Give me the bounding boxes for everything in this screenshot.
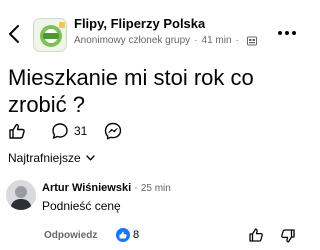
like-icon[interactable] — [8, 122, 26, 140]
share-icon[interactable] — [103, 121, 123, 141]
sort-dropdown[interactable]: Najtrafniejsze — [8, 151, 95, 165]
comment-author[interactable]: Artur Wiśniewski — [42, 182, 131, 194]
post-text: Mieszkanie mi stoi rok co zrobić ? — [8, 65, 254, 117]
post-time: 41 min — [201, 35, 232, 46]
reaction-count[interactable]: 8 — [133, 229, 139, 241]
comment-separator: · — [134, 182, 138, 194]
globe-icon — [246, 36, 257, 46]
like-reaction-icon[interactable] — [116, 228, 130, 242]
comment-actions: Odpowiedz 8 — [44, 227, 298, 245]
reply-button[interactable]: Odpowiedz — [44, 230, 97, 241]
comment-icon[interactable] — [51, 122, 69, 140]
sort-label: Najtrafniejsze — [8, 151, 81, 165]
author-label: Anonimowy członek grupy — [74, 35, 191, 46]
comment-count[interactable]: 31 — [74, 124, 87, 138]
meta-separator: · — [194, 35, 198, 46]
thumbs-down-icon[interactable] — [280, 228, 296, 244]
comment-author-line: Artur Wiśniewski · 25 min — [42, 182, 171, 194]
group-name[interactable]: Flipy, Fliperzy Polska — [74, 16, 205, 31]
post-actions: 31 — [8, 120, 123, 142]
avatar[interactable] — [6, 180, 36, 210]
comment-text: Podnieść cenę — [42, 199, 121, 213]
post-meta: Anonimowy członek grupy · 41 min · — [74, 35, 257, 46]
post-header: Flipy, Fliperzy Polska Anonimowy członek… — [0, 0, 300, 62]
back-arrow-icon[interactable] — [4, 22, 26, 46]
chevron-down-icon — [86, 155, 95, 161]
like-icon[interactable] — [248, 227, 264, 243]
more-icon[interactable] — [276, 28, 298, 38]
group-avatar[interactable] — [33, 18, 67, 52]
comment-time: 25 min — [140, 182, 171, 194]
meta-separator-2: · — [235, 35, 239, 46]
